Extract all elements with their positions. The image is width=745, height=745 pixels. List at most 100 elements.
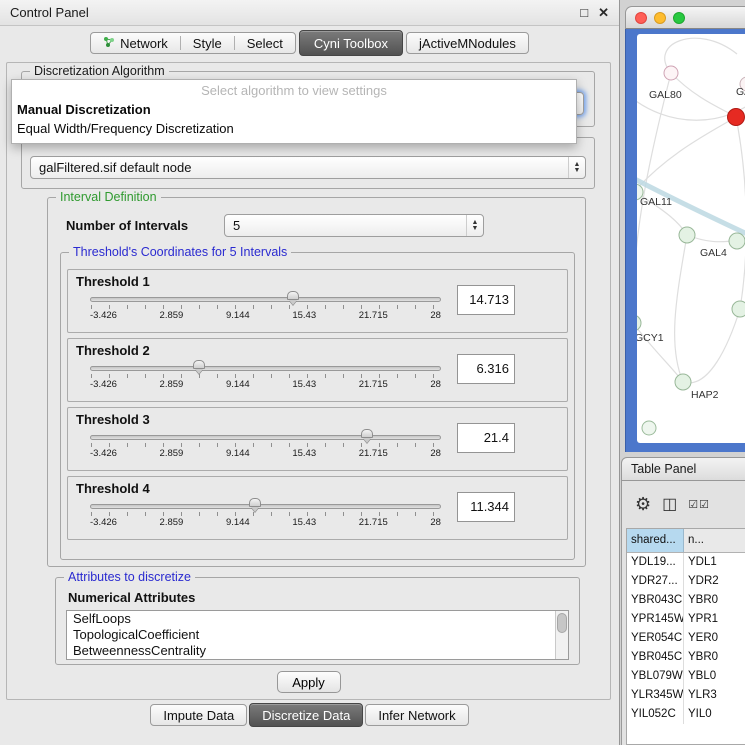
network-node[interactable] (679, 227, 695, 243)
threshold-2-slider[interactable]: -3.4262.8599.14415.4321.71528 (90, 361, 441, 395)
table-row[interactable]: YBL079W YBL0 (627, 667, 745, 686)
table-cell[interactable]: YLR345W (627, 686, 684, 705)
table-cell[interactable]: YDR27... (627, 572, 684, 591)
slider-track[interactable] (90, 366, 441, 371)
list-item[interactable]: BetweennessCentrality (67, 643, 568, 659)
slider-handle[interactable] (193, 360, 205, 369)
column-header-shared[interactable]: shared... (627, 529, 684, 552)
table-cell[interactable]: YBL079W (627, 667, 684, 686)
table-row[interactable]: YDL19... YDL1 (627, 553, 745, 572)
table-cell[interactable]: YBR043C (627, 591, 684, 610)
table-row[interactable]: YER054C YER0 (627, 629, 745, 648)
network-node[interactable] (732, 301, 745, 317)
threshold-2-value-field[interactable]: 6.316 (457, 354, 515, 384)
tab-cyni-toolbox[interactable]: Cyni Toolbox (299, 30, 403, 56)
slider-track[interactable] (90, 504, 441, 509)
table-cell[interactable]: YIL052C (627, 705, 684, 724)
table-cell[interactable]: YIL0 (684, 705, 745, 724)
float-window-icon[interactable]: □ (580, 5, 588, 21)
threshold-4-slider[interactable]: -3.4262.8599.14415.4321.71528 (90, 499, 441, 533)
slider-ticks (91, 374, 440, 378)
table-row[interactable]: YBR045C YBR0 (627, 648, 745, 667)
table-cell[interactable]: YDR2 (684, 572, 745, 591)
slider-handle[interactable] (249, 498, 261, 507)
table-cell[interactable]: YBR045C (627, 648, 684, 667)
network-node-selected-red[interactable] (728, 109, 745, 126)
list-item[interactable]: SelfLoops (67, 611, 568, 627)
column-header-name[interactable]: n... (684, 529, 745, 552)
slider-handle[interactable] (287, 291, 299, 300)
table-cell[interactable]: YER054C (627, 629, 684, 648)
slider-scale: -3.4262.8599.14415.4321.71528 (90, 517, 441, 528)
table-cell[interactable]: YDL1 (684, 553, 745, 572)
tab-network[interactable]: Network (91, 33, 180, 53)
threshold-1-panel: Threshold 1 -3.4262.8599.14415.4321.7152… (67, 269, 568, 333)
tab-discretize-data[interactable]: Discretize Data (249, 703, 363, 727)
node-label: GA (736, 86, 745, 98)
close-button[interactable] (635, 12, 647, 24)
tab-select[interactable]: Select (235, 33, 295, 53)
group-title: Threshold's Coordinates for 5 Intervals (69, 245, 291, 259)
numerical-attributes-list: SelfLoops TopologicalCoefficient Between… (66, 610, 569, 660)
columns-icon[interactable]: ◫ (662, 494, 677, 514)
table-cell[interactable]: YBR0 (684, 591, 745, 610)
table-cell[interactable]: YER0 (684, 629, 745, 648)
gear-icon[interactable]: ⚙ (635, 494, 651, 515)
tab-infer-network[interactable]: Infer Network (365, 704, 468, 726)
network-node[interactable] (664, 66, 678, 80)
table-cell[interactable]: YPR1 (684, 610, 745, 629)
table-data-combobox[interactable]: galFiltered.sif default node ▲▼ (30, 156, 586, 179)
table-row[interactable]: YLR345W YLR3 (627, 686, 745, 705)
bottom-tab-bar: Impute Data Discretize Data Infer Networ… (0, 703, 619, 727)
threshold-4-value-field[interactable]: 11.344 (457, 492, 515, 522)
slider-handle[interactable] (361, 429, 373, 438)
table-row[interactable]: YBR043C YBR0 (627, 591, 745, 610)
tab-style[interactable]: Style (181, 33, 234, 53)
close-icon[interactable]: ✕ (598, 5, 609, 21)
table-cell[interactable]: YBL0 (684, 667, 745, 686)
network-node[interactable] (637, 315, 641, 331)
network-canvas[interactable]: GAL80 GAL11 GAL4 GCY1 HAP2 GA (637, 34, 745, 443)
table-row[interactable]: YIL052C YIL0 (627, 705, 745, 724)
node-label: GAL11 (640, 196, 672, 208)
network-node[interactable] (675, 374, 691, 390)
control-panel-window: Control Panel □ ✕ Network (0, 0, 620, 745)
table-cell[interactable]: YDL19... (627, 553, 684, 572)
slider-track[interactable] (90, 297, 441, 302)
slider-ticks (91, 305, 440, 309)
list-item[interactable]: TopologicalCoefficient (67, 627, 568, 643)
group-title: Discretization Algorithm (30, 64, 169, 78)
select-columns-icon[interactable]: ☑☑ (688, 498, 710, 511)
zoom-button[interactable] (673, 12, 685, 24)
numerical-attributes-label: Numerical Attributes (68, 590, 195, 605)
threshold-1-value-field[interactable]: 14.713 (457, 285, 515, 315)
apply-button[interactable]: Apply (277, 671, 341, 693)
tab-network-label: Network (120, 36, 168, 51)
threshold-3-value-field[interactable]: 21.4 (457, 423, 515, 453)
table-row[interactable]: YPR145W YPR1 (627, 610, 745, 629)
list-scrollbar[interactable] (555, 611, 568, 659)
dropdown-option-equal-width[interactable]: Equal Width/Frequency Discretization (12, 119, 576, 138)
table-cell[interactable]: YBR0 (684, 648, 745, 667)
scrollbar-thumb[interactable] (557, 613, 567, 633)
thresholds-group: Threshold's Coordinates for 5 Intervals … (60, 252, 575, 560)
number-of-intervals-combobox[interactable]: 5 ▲▼ (224, 214, 484, 237)
minimize-button[interactable] (654, 12, 666, 24)
tab-style-label: Style (193, 36, 222, 51)
threshold-3-slider[interactable]: -3.4262.8599.14415.4321.71528 (90, 430, 441, 464)
threshold-2-panel: Threshold 2 -3.4262.8599.14415.4321.7152… (67, 338, 568, 402)
table-row[interactable]: YDR27... YDR2 (627, 572, 745, 591)
network-node[interactable] (642, 421, 656, 435)
slider-track[interactable] (90, 435, 441, 440)
tab-group-right: jActiveMNodules (406, 32, 529, 54)
slider-ticks (91, 512, 440, 516)
table-cell[interactable]: YLR3 (684, 686, 745, 705)
network-node[interactable] (729, 233, 745, 249)
tab-cyni-toolbox-label: Cyni Toolbox (314, 36, 388, 51)
table-cell[interactable]: YPR145W (627, 610, 684, 629)
tab-impute-data[interactable]: Impute Data (150, 704, 247, 726)
dropdown-option-manual[interactable]: Manual Discretization (12, 100, 576, 119)
threshold-1-slider[interactable]: -3.4262.8599.14415.4321.71528 (90, 292, 441, 326)
slider-scale: -3.4262.8599.14415.4321.71528 (90, 448, 441, 459)
tab-jactivemnodules[interactable]: jActiveMNodules (407, 33, 528, 53)
